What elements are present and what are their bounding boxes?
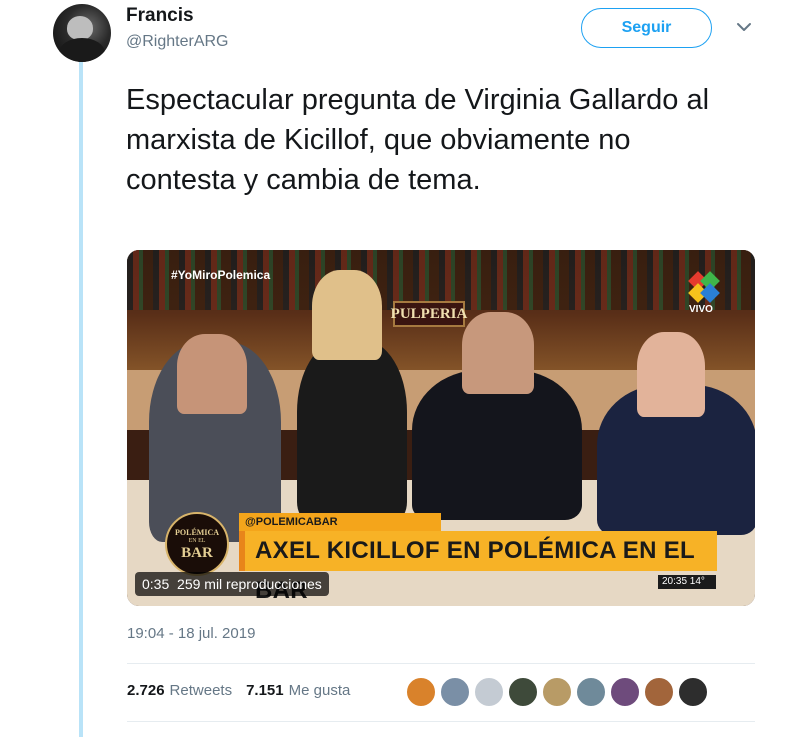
video-person-2 <box>297 340 407 520</box>
liker-avatar[interactable] <box>405 676 437 708</box>
channel-live-label: VIVO <box>689 304 713 315</box>
liker-avatar[interactable] <box>507 676 539 708</box>
video-person-1-head <box>177 334 247 414</box>
video-player[interactable]: #YoMiroPolemica PULPERIA VIVO POLÉMICA E… <box>127 250 755 606</box>
likes-stat[interactable]: 7.151 Me gusta <box>246 682 350 699</box>
tweet-text: Espectacular pregunta de Virginia Gallar… <box>126 84 710 196</box>
show-logo-line2: EN EL <box>188 537 206 544</box>
retweets-stat[interactable]: 2.726 Retweets <box>127 682 232 699</box>
video-views: 259 mil reproducciones <box>177 576 322 592</box>
thread-line <box>79 58 83 737</box>
video-duration: 0:35 <box>142 576 170 592</box>
divider-bottom <box>127 721 755 722</box>
lower-third-headline: AXEL KICILLOF EN POLÉMICA EN EL BAR <box>239 531 717 604</box>
liker-avatars <box>405 676 711 708</box>
liker-avatar[interactable] <box>609 676 641 708</box>
likes-count: 7.151 <box>246 682 284 699</box>
liker-avatar[interactable] <box>439 676 471 708</box>
avatar-body-shape <box>59 38 105 62</box>
tweet-stats: 2.726 Retweets 7.151 Me gusta <box>127 682 364 699</box>
channel-logo-icon: VIVO <box>683 271 733 315</box>
show-logo-line1: POLÉMICA <box>175 527 219 537</box>
lower-third-tag: @POLEMICABAR <box>239 513 441 531</box>
lower-third-clock: 20:35 14° <box>658 575 716 589</box>
liker-avatar[interactable] <box>677 676 709 708</box>
divider-top <box>127 663 755 664</box>
logo-square-blue <box>700 283 720 303</box>
retweets-label: Retweets <box>169 682 233 699</box>
display-name[interactable]: Francis <box>126 5 194 27</box>
chevron-down-icon[interactable] <box>735 18 753 36</box>
retweets-count: 2.726 <box>127 682 165 699</box>
video-person-2-head <box>312 270 382 360</box>
tweet-timestamp[interactable]: 19:04 - 18 jul. 2019 <box>127 625 255 642</box>
video-duration-badge: 0:35 259 mil reproducciones <box>135 572 329 596</box>
liker-avatar[interactable] <box>473 676 505 708</box>
video-person-4-head <box>637 332 705 417</box>
likes-label: Me gusta <box>288 682 351 699</box>
avatar[interactable] <box>53 4 111 62</box>
user-handle[interactable]: @RighterARG <box>126 33 229 51</box>
liker-avatar[interactable] <box>575 676 607 708</box>
avatar-head-shape <box>67 16 93 40</box>
liker-avatar[interactable] <box>643 676 675 708</box>
video-person-3-head <box>462 312 534 394</box>
liker-avatar[interactable] <box>541 676 573 708</box>
show-logo: POLÉMICA EN EL BAR <box>165 512 229 576</box>
follow-button[interactable]: Seguir <box>581 8 712 48</box>
show-logo-line3: BAR <box>181 544 213 561</box>
video-sign: PULPERIA <box>391 301 467 327</box>
video-hashtag: #YoMiroPolemica <box>171 268 271 282</box>
